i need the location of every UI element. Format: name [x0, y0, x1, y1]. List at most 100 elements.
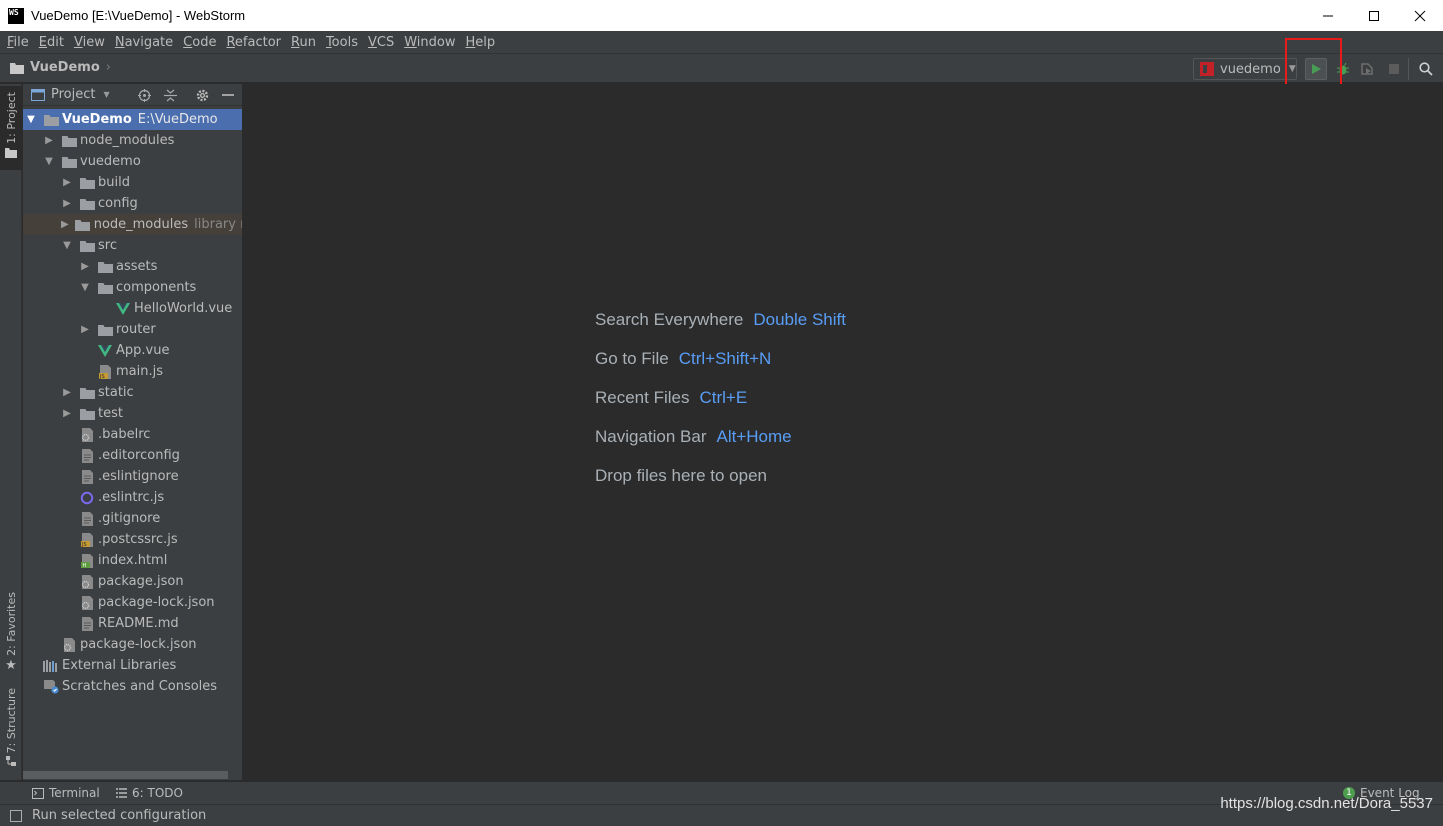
hide-panel-button[interactable]: [221, 88, 235, 102]
tree-row[interactable]: Scratches and Consoles: [23, 676, 242, 697]
editor-hints: Search Everywhere Double Shift Go to Fil…: [595, 310, 846, 505]
tree-row[interactable]: ▼ VueDemo E:\VueDemo: [23, 109, 242, 130]
expand-arrow-right-icon[interactable]: ▶: [61, 177, 73, 188]
minimize-icon: [1323, 15, 1333, 16]
js-file-icon: JS: [79, 532, 95, 547]
project-view-selector[interactable]: Project: [51, 87, 95, 102]
tree-row[interactable]: ▶ node_modules: [23, 130, 242, 151]
expand-arrow-right-icon[interactable]: ▶: [79, 261, 91, 272]
collapse-all-button[interactable]: [163, 88, 177, 102]
tree-row-label: Scratches and Consoles: [62, 679, 218, 694]
tree-row-label: assets: [116, 259, 158, 274]
tree-row[interactable]: package-lock.json: [23, 634, 242, 655]
tree-row[interactable]: .eslintignore: [23, 466, 242, 487]
tree-row-label: .eslintignore: [98, 469, 179, 484]
locate-file-button[interactable]: [137, 88, 151, 102]
svg-text:JS: JS: [81, 542, 87, 547]
run-with-coverage-button[interactable]: [1356, 58, 1378, 80]
expand-arrow-right-icon[interactable]: ▶: [61, 387, 73, 398]
tree-row[interactable]: .babelrc: [23, 424, 242, 445]
debug-icon: [1337, 62, 1349, 75]
expand-arrow-right-icon[interactable]: ▶: [43, 135, 55, 146]
tree-row[interactable]: Hindex.html: [23, 550, 242, 571]
terminal-tool-tab[interactable]: Terminal: [32, 786, 100, 800]
tree-row-label: node_modules: [80, 133, 175, 148]
tree-row[interactable]: JS .postcssrc.js: [23, 529, 242, 550]
config-file-icon: [79, 427, 95, 442]
config-file-icon: [79, 574, 95, 589]
tree-row[interactable]: App.vue: [23, 340, 242, 361]
stop-button[interactable]: [1383, 58, 1405, 80]
tree-row[interactable]: ▶ assets: [23, 256, 242, 277]
menu-tools[interactable]: Tools: [321, 35, 363, 50]
expand-arrow-right-icon[interactable]: ▶: [61, 198, 73, 209]
tree-row[interactable]: README.md: [23, 613, 242, 634]
tree-row[interactable]: ▶ router: [23, 319, 242, 340]
minimize-icon: [222, 94, 234, 96]
minimize-button[interactable]: [1305, 0, 1351, 31]
menu-vcs[interactable]: VCS: [363, 35, 399, 50]
expand-arrow-right-icon[interactable]: ▶: [61, 219, 69, 230]
menu-bar: File Edit View Navigate Code Refactor Ru…: [0, 31, 1443, 53]
project-tool-tab[interactable]: 1: Project: [0, 86, 22, 170]
settings-button[interactable]: [195, 88, 209, 102]
tree-row[interactable]: JS main.js: [23, 361, 242, 382]
menu-navigate[interactable]: Navigate: [110, 35, 178, 50]
menu-view[interactable]: View: [69, 35, 110, 50]
breadcrumb[interactable]: VueDemo ›: [10, 60, 111, 75]
tree-row[interactable]: ▶ node_modules library ro: [23, 214, 242, 235]
tree-row-label: package-lock.json: [80, 637, 197, 652]
close-button[interactable]: [1397, 0, 1443, 31]
tree-row[interactable]: ▼ components: [23, 277, 242, 298]
expand-arrow-down-icon[interactable]: ▼: [61, 240, 73, 251]
tree-row[interactable]: ▼ vuedemo: [23, 151, 242, 172]
close-icon: [1414, 10, 1426, 21]
expand-arrow-down-icon[interactable]: ▼: [79, 282, 91, 293]
tree-row-label: .postcssrc.js: [98, 532, 178, 547]
folder-icon: [97, 260, 113, 274]
favorites-tool-tab[interactable]: 2: Favorites ★: [0, 592, 22, 674]
tree-row[interactable]: package-lock.json: [23, 592, 242, 613]
maximize-button[interactable]: [1351, 0, 1397, 31]
expand-arrow-down-icon[interactable]: ▼: [43, 156, 55, 167]
expand-arrow-right-icon[interactable]: ▶: [61, 408, 73, 419]
menu-window[interactable]: Window: [399, 35, 460, 50]
folder-icon: [97, 281, 113, 295]
run-configuration-select[interactable]: vuedemo ▼: [1193, 58, 1297, 80]
svg-text:H: H: [82, 563, 86, 568]
tree-row-label: index.html: [98, 553, 168, 568]
chevron-down-icon[interactable]: ▼: [103, 90, 109, 99]
menu-file[interactable]: File: [2, 35, 34, 50]
tree-row[interactable]: .editorconfig: [23, 445, 242, 466]
menu-help[interactable]: Help: [461, 35, 501, 50]
menu-refactor[interactable]: Refactor: [221, 35, 286, 50]
horizontal-scrollbar[interactable]: [23, 771, 228, 779]
tree-row[interactable]: External Libraries: [23, 655, 242, 676]
menu-edit[interactable]: Edit: [34, 35, 69, 50]
editor-empty-area[interactable]: Search Everywhere Double Shift Go to Fil…: [244, 84, 1443, 780]
tree-row[interactable]: package.json: [23, 571, 242, 592]
menu-code[interactable]: Code: [178, 35, 221, 50]
expand-arrow-down-icon[interactable]: ▼: [25, 114, 37, 125]
tree-row[interactable]: HelloWorld.vue: [23, 298, 242, 319]
todo-tool-tab[interactable]: 6: TODO: [116, 786, 183, 800]
tree-row[interactable]: ▼ src: [23, 235, 242, 256]
debug-button[interactable]: [1332, 58, 1354, 80]
todo-tab-label: 6: TODO: [132, 786, 183, 800]
search-everywhere-button[interactable]: [1415, 58, 1437, 80]
tree-row[interactable]: ▶ build: [23, 172, 242, 193]
stop-icon: [1389, 64, 1399, 74]
expand-arrow-right-icon[interactable]: ▶: [79, 324, 91, 335]
hint-text: Navigation Bar: [595, 427, 707, 446]
tree-row[interactable]: ▶ config: [23, 193, 242, 214]
tree-row[interactable]: ▶ test: [23, 403, 242, 424]
run-button[interactable]: [1305, 58, 1327, 80]
tool-window-toggle-icon[interactable]: [10, 810, 22, 822]
structure-tool-tab[interactable]: 7: Structure: [0, 688, 22, 770]
folder-icon: [79, 176, 95, 190]
tree-row[interactable]: ▶ static: [23, 382, 242, 403]
menu-run[interactable]: Run: [286, 35, 321, 50]
tree-row[interactable]: .eslintrc.js: [23, 487, 242, 508]
tree-row[interactable]: .gitignore: [23, 508, 242, 529]
tree-row-label: router: [116, 322, 156, 337]
